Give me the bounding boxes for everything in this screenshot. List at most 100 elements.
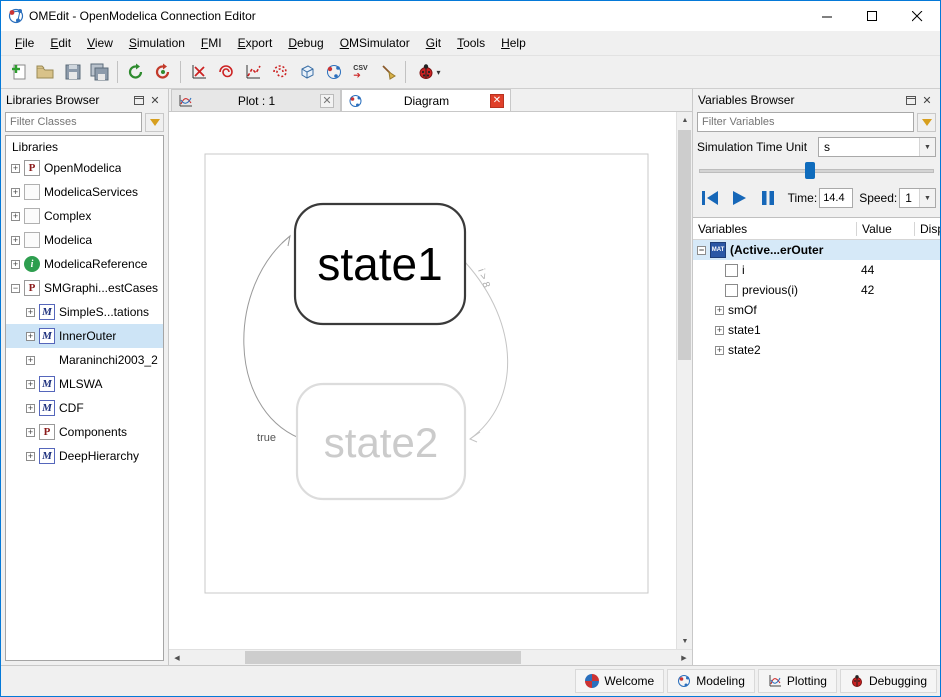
tab-plot[interactable]: Plot : 1 ✕ xyxy=(171,89,341,111)
expand-icon[interactable] xyxy=(11,164,20,173)
perspective-plotting-button[interactable]: Plotting xyxy=(758,669,837,693)
save-all-button[interactable] xyxy=(86,59,113,86)
filter-classes-input[interactable] xyxy=(5,112,142,132)
new-plot-window-button[interactable] xyxy=(185,59,212,86)
library-item-innerouter[interactable]: M InnerOuter xyxy=(6,324,163,348)
maximize-button[interactable] xyxy=(850,2,895,31)
library-item-modelicaservices[interactable]: ModelicaServices xyxy=(6,180,163,204)
library-item-modelica[interactable]: Modelica xyxy=(6,228,163,252)
close-panel-button[interactable]: ✕ xyxy=(147,92,163,108)
expand-icon[interactable] xyxy=(11,236,20,245)
menu-git[interactable]: Git xyxy=(418,32,449,54)
save-button[interactable] xyxy=(59,59,86,86)
library-item-components[interactable]: P Components xyxy=(6,420,163,444)
collapse-icon[interactable] xyxy=(11,284,20,293)
vertical-scroll-thumb[interactable] xyxy=(678,130,691,360)
menu-view[interactable]: View xyxy=(79,32,121,54)
horizontal-scrollbar[interactable]: ◀ ▶ xyxy=(169,649,692,665)
library-item-mlswa[interactable]: M MLSWA xyxy=(6,372,163,396)
plot-checkbox[interactable] xyxy=(725,284,738,297)
close-button[interactable] xyxy=(895,2,940,31)
float-panel-button[interactable] xyxy=(903,92,919,108)
tab-diagram-close-button[interactable]: ✕ xyxy=(490,94,504,108)
variable-row-result-root[interactable]: (Active...erOuter xyxy=(693,240,940,260)
library-item-smgraphicstestcases[interactable]: P SMGraphi...estCases xyxy=(6,276,163,300)
expand-icon[interactable] xyxy=(26,308,35,317)
time-unit-select[interactable]: s ▼ xyxy=(818,137,936,157)
menu-export[interactable]: Export xyxy=(230,32,281,54)
collapse-icon[interactable] xyxy=(697,246,706,255)
library-item-maraninchi2003-2[interactable]: Maraninchi2003_2 xyxy=(6,348,163,372)
new-modelica-class-button[interactable] xyxy=(5,59,32,86)
expand-icon[interactable] xyxy=(26,404,35,413)
filter-variables-input[interactable] xyxy=(697,112,914,132)
library-item-modelicareference[interactable]: i ModelicaReference xyxy=(6,252,163,276)
menu-tools[interactable]: Tools xyxy=(449,32,493,54)
clear-plot-window-button[interactable] xyxy=(374,59,401,86)
diagram-canvas[interactable]: true i > 8 state1 state2 ▲ ▼ xyxy=(169,112,692,649)
vertical-scrollbar[interactable]: ▲ ▼ xyxy=(676,112,692,649)
menu-fmi[interactable]: FMI xyxy=(193,32,230,54)
scroll-right-icon[interactable]: ▶ xyxy=(676,650,692,666)
perspective-modeling-button[interactable]: Modeling xyxy=(667,669,755,693)
variable-row-state2[interactable]: state2 xyxy=(693,340,940,360)
menu-file[interactable]: File xyxy=(7,32,42,54)
library-item-openmodelica[interactable]: P OpenModelica xyxy=(6,156,163,180)
menu-help[interactable]: Help xyxy=(493,32,534,54)
export-csv-button[interactable]: CSV➔ xyxy=(347,59,374,86)
expand-icon[interactable] xyxy=(11,212,20,221)
menu-edit[interactable]: Edit xyxy=(42,32,79,54)
time-slider-track[interactable] xyxy=(699,169,934,173)
scroll-down-icon[interactable]: ▼ xyxy=(677,633,692,649)
open-model-button[interactable] xyxy=(32,59,59,86)
minimize-button[interactable] xyxy=(805,2,850,31)
expand-icon[interactable] xyxy=(715,326,724,335)
menu-debug[interactable]: Debug xyxy=(280,32,331,54)
library-item-cdf[interactable]: M CDF xyxy=(6,396,163,420)
expand-icon[interactable] xyxy=(715,306,724,315)
variable-row-previous-i[interactable]: previous(i) 42 xyxy=(693,280,940,300)
expand-icon[interactable] xyxy=(26,356,35,365)
expand-icon[interactable] xyxy=(11,188,20,197)
variable-row-i[interactable]: i 44 xyxy=(693,260,940,280)
new-parametric-plot-button[interactable] xyxy=(212,59,239,86)
animation-window-button[interactable] xyxy=(293,59,320,86)
column-value[interactable]: Value xyxy=(856,222,914,236)
re-simulate-setup-button[interactable] xyxy=(149,59,176,86)
pause-button[interactable] xyxy=(755,185,782,211)
expand-icon[interactable] xyxy=(26,380,35,389)
float-panel-button[interactable] xyxy=(131,92,147,108)
tab-diagram[interactable]: Diagram ✕ xyxy=(341,89,511,111)
expand-icon[interactable] xyxy=(11,260,20,269)
menu-simulation[interactable]: Simulation xyxy=(121,32,193,54)
perspective-welcome-button[interactable]: Welcome xyxy=(575,669,664,693)
expand-icon[interactable] xyxy=(26,332,35,341)
rewind-button[interactable] xyxy=(697,185,724,211)
column-display-unit[interactable]: Displ xyxy=(914,222,940,236)
diagram-window-button[interactable] xyxy=(320,59,347,86)
horizontal-scroll-thumb[interactable] xyxy=(245,651,521,664)
filter-options-button[interactable] xyxy=(145,113,164,132)
time-slider-handle[interactable] xyxy=(805,162,815,179)
column-variables[interactable]: Variables xyxy=(693,222,856,236)
menu-omsimulator[interactable]: OMSimulator xyxy=(332,32,418,54)
tab-plot-close-button[interactable]: ✕ xyxy=(320,94,334,108)
library-item-complex[interactable]: Complex xyxy=(6,204,163,228)
scroll-up-icon[interactable]: ▲ xyxy=(677,112,692,128)
close-panel-button[interactable]: ✕ xyxy=(919,92,935,108)
re-simulate-button[interactable] xyxy=(122,59,149,86)
debug-button[interactable]: ▾ xyxy=(410,59,448,86)
variable-row-state1[interactable]: state1 xyxy=(693,320,940,340)
transition-state2-to-state1[interactable] xyxy=(244,236,299,438)
expand-icon[interactable] xyxy=(26,428,35,437)
new-array-parametric-plot-button[interactable] xyxy=(266,59,293,86)
plot-checkbox[interactable] xyxy=(725,264,738,277)
play-button[interactable] xyxy=(726,185,753,211)
time-input[interactable] xyxy=(819,188,853,208)
perspective-debugging-button[interactable]: Debugging xyxy=(840,669,937,693)
speed-select[interactable]: 1 ▼ xyxy=(899,188,936,208)
library-item-deephierarchy[interactable]: M DeepHierarchy xyxy=(6,444,163,468)
filter-options-button[interactable] xyxy=(917,113,936,132)
variable-row-smof[interactable]: smOf xyxy=(693,300,940,320)
expand-icon[interactable] xyxy=(715,346,724,355)
